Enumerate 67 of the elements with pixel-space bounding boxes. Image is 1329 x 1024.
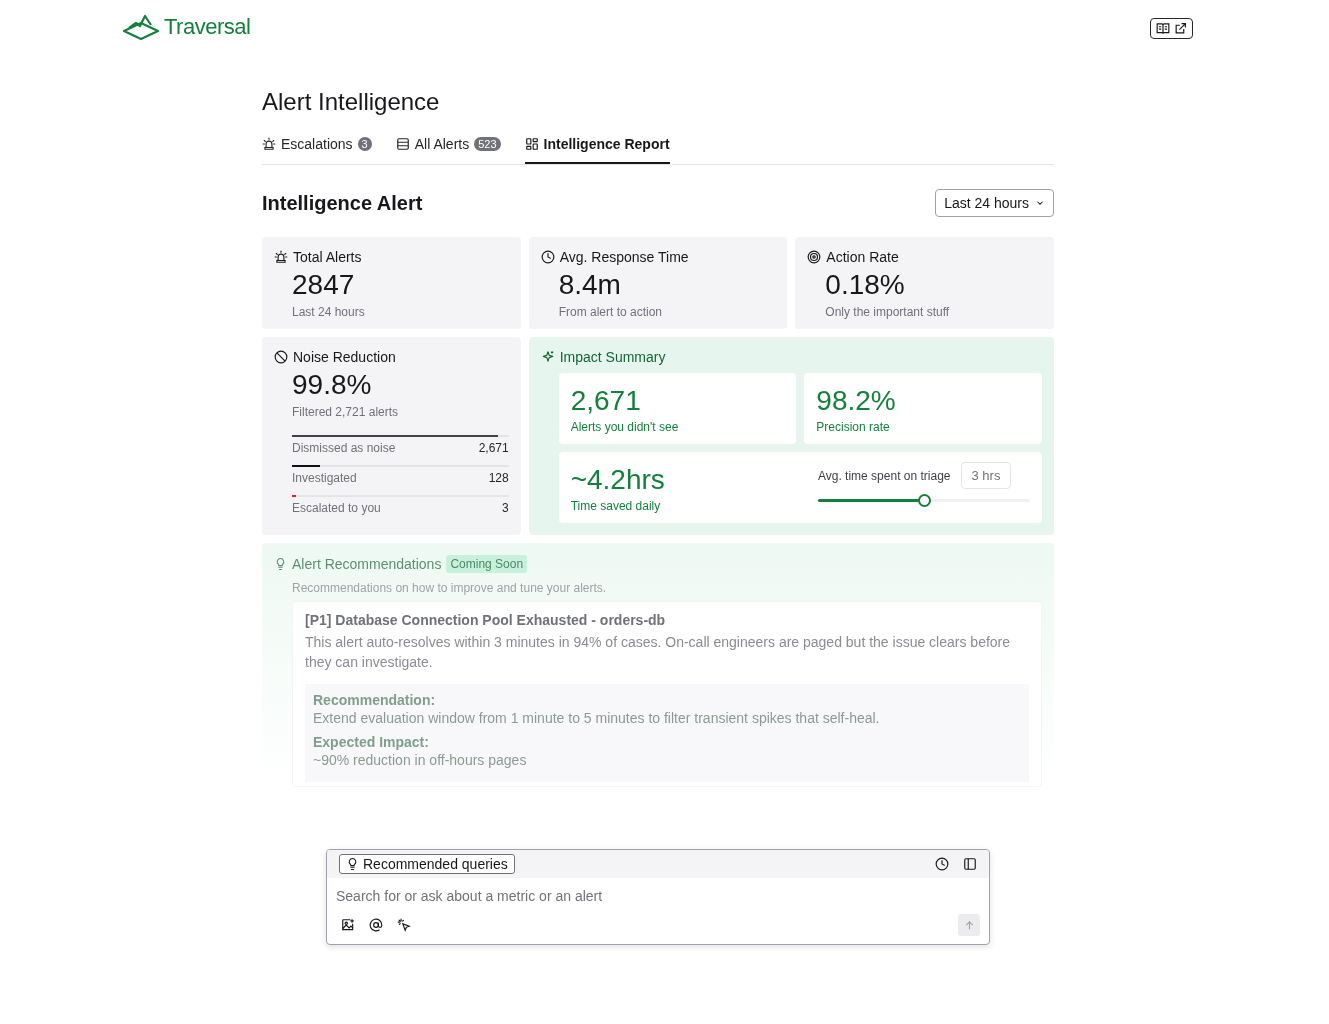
at-sign-icon[interactable] [369,918,383,932]
count-badge: 3 [357,137,372,151]
recommendation-text: Extend evaluation window from 1 minute to 5 minutes to filter transient spikes that self-heal. [313,710,881,726]
stat-value: 99.8% [292,369,373,401]
card-title: Impact Summary [559,349,666,365]
panel-subtitle: Recommendations on how to improve and tune your alerts. [292,581,608,595]
docs-button[interactable] [1150,17,1193,39]
external-link-icon [1174,21,1187,35]
lightbulb-icon [346,857,359,871]
recommendation-description: This alert auto-resolves within 3 minutes in 94% of cases. On-call engineers are paged but the issue clears before they can investigate. [305,633,1012,672]
metric-caption: Time saved daily [570,499,662,513]
card-title: Total Alerts [293,249,362,265]
arrow-up-icon [963,919,975,931]
impact-text: ~90% reduction in off-hours pages [313,752,528,768]
impact-label: Expected Impact: [313,734,430,750]
history-icon[interactable] [935,857,949,871]
card-title: Noise Reduction [293,349,396,365]
section-title: Intelligence Alert [262,191,423,215]
metric-value: ~4.2hrs [570,464,665,496]
metric-value: 98.2% [816,385,897,417]
clock-icon [540,250,555,264]
sparkles-icon [540,350,555,364]
target-icon [807,250,822,264]
cursor-click-icon[interactable] [397,918,411,932]
breakdown-count: 3 [501,501,509,515]
breakdown-count: 2,671 [478,441,509,455]
breakdown-label: Dismissed as noise [292,441,396,455]
page-title: Alert Intelligence [262,88,441,116]
siren-icon [274,250,288,264]
tab[interactable]: Intelligence Report [524,136,670,164]
stat-caption: From alert to action [558,305,664,319]
tab[interactable]: All Alerts 523 [395,136,501,164]
triage-hours-field[interactable]: 3 hrs [960,462,1012,489]
list-icon [395,137,410,151]
siren-icon [262,137,276,151]
recommended-queries-button[interactable]: Recommended queries [339,854,515,874]
breakdown-label: Escalated to you [292,501,381,515]
recommendation-label: Recommendation: [313,692,437,708]
card-title: Action Rate [826,249,899,265]
sidebar-icon[interactable] [963,857,977,871]
breakdown-count: 128 [488,471,509,485]
image-add-icon[interactable] [341,918,355,932]
metric-caption: Precision rate [816,420,891,434]
recommendation-title: [P1] Database Connection Pool Exhausted - orders-db [305,612,667,628]
breakdown-label: Investigated [292,471,357,485]
disabled-circle-icon [274,350,288,364]
metric-caption: Alerts you didn't see [570,420,680,434]
tab[interactable]: Escalations 3 [262,136,372,164]
panel-title: Alert Recommendations [292,556,442,572]
card-title: Avg. Response Time [559,249,689,265]
count-badge: 523 [474,137,501,151]
lightbulb-icon [274,557,287,571]
stat-caption: Filtered 2,721 alerts [292,405,400,419]
time-range-dropdown[interactable]: Last 24 hours [935,189,1054,217]
stat-caption: Last 24 hours [292,305,366,319]
slider-thumb[interactable] [918,494,931,507]
stat-value: 8.4m [558,269,622,301]
stat-value: 2847 [292,269,356,301]
metric-value: 2,671 [570,385,642,417]
logo-icon [122,14,160,40]
dashboard-icon [524,137,539,151]
stat-value: 0.18% [825,269,906,301]
stat-caption: Only the important stuff [825,305,951,319]
coming-soon-badge: Coming Soon [446,555,528,573]
book-icon [1156,21,1170,35]
logo-text: Traversal [164,14,251,40]
triage-label: Avg. time spent on triage [818,468,951,483]
